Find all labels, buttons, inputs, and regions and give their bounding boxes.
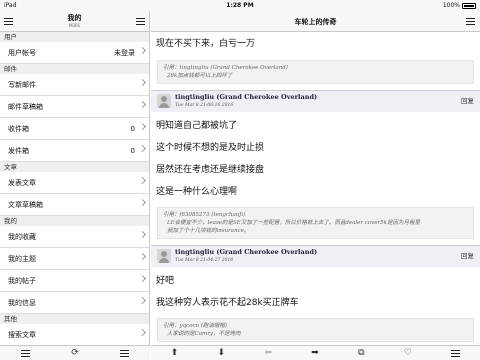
post-author[interactable]: tingtingliu (Grand Cherokee Overland) [175,248,317,256]
mail-drafts-row[interactable]: 邮件草稿箱 [0,96,149,118]
battery-icon [462,2,476,9]
more-menu-icon[interactable] [451,349,461,357]
post-line: 这个时候不想的是及时止损 [156,143,265,153]
post-line: 好吧 [156,276,175,286]
post-time: Tue Mar 8 21:06:16 2016 [175,103,234,108]
row-label: 我的主题 [8,254,36,263]
quote-block: 引用：yqcoco (跑油帽帽) 人家说的是Camry，不是烤肉 [157,318,474,342]
row-label: 文章草稿箱 [8,200,43,209]
outbox-row[interactable]: 发件箱 0 [0,140,149,162]
outbox-count: 0 [130,146,135,155]
my-info-row[interactable]: 我的信息 [0,292,149,314]
arrow-up-icon[interactable]: ⬆ [171,348,179,358]
post-continuation: 现在不买下来，白亏一万 引用：tingtingliu (Grand Cherok… [151,32,480,84]
post-author[interactable]: tingtingliu (Grand Cherokee Overland) [175,93,317,101]
my-favorites-row[interactable]: 我的收藏 [0,226,149,248]
post: tingtingliu (Grand Cherokee Overland) Tu… [151,90,480,239]
post-header: tingtingliu (Grand Cherokee Overland) Tu… [151,90,480,112]
section-header-user: 用户 [0,32,149,42]
copy-icon[interactable]: ⧉ [358,348,364,358]
chevron-right-icon [138,198,147,207]
chevron-right-icon [138,46,147,55]
quote-block: 引用：tingtingliu (Grand Cherokee Overland)… [157,60,474,84]
thread-content[interactable]: 现在不买下来，白亏一万 引用：tingtingliu (Grand Cherok… [151,32,480,345]
my-posts-row[interactable]: 我的帖子 [0,270,149,292]
quote-source: 引用：tingtingliu (Grand Cherokee Overland) [163,65,288,71]
quote-text: 人家说的是Camry，不是烤肉 [167,331,241,337]
thread-nav-bar: 车轮上的传奇 [151,11,480,32]
quote-source: 引用：yqcoco (跑油帽帽) [163,323,227,329]
chevron-right-icon [138,328,147,337]
quote-source: 引用：f63085273 (tengchaoJi) [163,212,246,218]
quote-text: LE会便宜不少，lease的是SE又加了一些配置，所以价格就上去了。而且deal… [167,220,420,226]
inbox-row[interactable]: 收件箱 0 [0,118,149,140]
sidebar-subtitle: MBBS [68,23,81,28]
post-article-row[interactable]: 发表文章 [0,172,149,194]
inbox-count: 0 [130,124,135,133]
row-label: 写新邮件 [8,80,36,89]
row-label: 我的帖子 [8,276,36,285]
row-label: 收件箱 [8,124,29,133]
user-account-row[interactable]: 用户帐号 未登录 [0,42,149,64]
search-articles-row[interactable]: 搜索文章 [0,324,149,346]
section-header-articles: 文章 [0,162,149,172]
post-line: 明知道自己都被坑了 [156,121,238,131]
post-header: tingtingliu (Grand Cherokee Overland) Tu… [151,245,480,267]
quote-text: 28k加点钱都可以上四环了 [167,73,233,79]
sidebar-nav-bar: 我的 MBBS [0,11,149,32]
quote-block: 引用：f63085273 (tengchaoJi) LE会便宜不少，lease的… [157,207,474,239]
my-topics-row[interactable]: 我的主题 [0,248,149,270]
row-label: 发表文章 [8,178,36,187]
menu-icon[interactable] [120,349,130,357]
post-line: 我这种穷人表示花不起28k买正牌车 [156,298,299,308]
section-header-other: 其他 [0,314,149,324]
compose-mail-row[interactable]: 写新邮件 [0,74,149,96]
post-time: Tue Mar 8 21:04:27 2016 [175,258,234,263]
chevron-right-icon [138,78,147,87]
chevron-right-icon [138,176,147,185]
thread-panel: 车轮上的传奇 现在不买下来，白亏一万 引用：tingtingliu (Grand… [151,11,480,360]
article-drafts-row[interactable]: 文章草稿箱 [0,194,149,216]
sidebar: 我的 MBBS 用户 用户帐号 未登录 邮件 写新邮件 邮件草稿箱 收件箱 0 … [0,11,150,360]
thread-toolbar: ⬆ ⬇ ⬅ ➡ ⧉ ♡ [151,345,480,360]
row-label: 搜索文章 [8,330,36,339]
login-status: 未登录 [114,48,135,57]
settings-icon[interactable] [136,18,145,25]
reply-button[interactable]: 回复 [461,250,474,260]
arrow-down-icon[interactable]: ⬇ [218,348,226,358]
chevron-right-icon [138,230,147,239]
thread-menu-icon[interactable] [466,18,475,25]
row-label: 发件箱 [8,146,29,155]
post-line: 居然还在考虑还是继续接盘 [156,165,265,175]
reply-button[interactable]: 回复 [461,95,474,105]
chevron-right-icon [138,252,147,261]
post: tingtingliu (Grand Cherokee Overland) Tu… [151,245,480,342]
avatar[interactable] [157,249,171,263]
avatar[interactable] [157,94,171,108]
section-header-mine: 我的 [0,216,149,226]
chevron-right-icon [138,274,147,283]
arrow-left-icon[interactable]: ⬅ [264,348,272,358]
thread-title: 车轮上的传奇 [294,18,337,26]
chevron-right-icon [138,100,147,109]
section-header-mail: 邮件 [0,64,149,74]
heart-icon[interactable]: ♡ [404,348,412,358]
sidebar-toolbar: ⟳ [0,345,150,360]
refresh-icon[interactable]: ⟳ [71,348,79,358]
row-label: 用户帐号 [8,48,36,57]
row-label: 邮件草稿箱 [8,102,43,111]
chevron-right-icon [138,122,147,131]
post-line: 现在不买下来，白亏一万 [156,39,256,49]
sidebar-title: 我的 [67,14,82,22]
clock: 1:28 PM [226,2,254,9]
chevron-right-icon [138,296,147,305]
row-label: 我的信息 [8,298,36,307]
row-label: 我的收藏 [8,232,36,241]
arrow-right-icon[interactable]: ➡ [311,348,319,358]
quote-text: 我加了个十几块钱的insurance。 [167,228,250,234]
chevron-right-icon [138,144,147,153]
status-bar: iPad 1:28 PM 100% [0,0,480,11]
post-line: 这是一种什么心理啊 [156,187,238,197]
list-icon[interactable] [20,349,30,357]
